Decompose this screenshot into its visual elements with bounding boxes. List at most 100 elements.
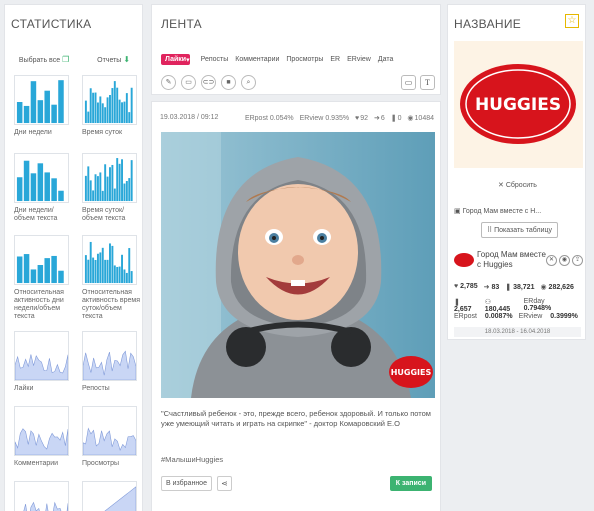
- group-avatar: [454, 253, 474, 267]
- likes-count: 92: [360, 115, 368, 122]
- stats-tile-label-2: Дни недели/ объем текста: [14, 207, 58, 222]
- go-to-post-button[interactable]: К записи: [389, 476, 432, 491]
- pencil-icon[interactable]: ✎: [161, 75, 176, 90]
- views-count: 10484: [414, 115, 434, 122]
- erview-stat: ERview 0.3999%: [518, 313, 578, 320]
- group-name[interactable]: Город Мам вместе с Huggies: [477, 250, 547, 270]
- reset-label: Сбросить: [505, 182, 537, 189]
- stats-tile-4[interactable]: [14, 235, 69, 285]
- sort-tab-1[interactable]: Репосты: [201, 56, 229, 63]
- erpost-label: ERpost: [244, 115, 268, 122]
- post-hashtag[interactable]: #МалышиHuggies: [161, 455, 223, 464]
- child-photo-illustration: HUGGIES: [161, 132, 435, 398]
- repost-icon: ➜: [373, 115, 380, 122]
- comments-stat: ❚ 38,721: [505, 284, 535, 291]
- photo-watermark: HUGGIES: [391, 368, 432, 377]
- erview-value: 0.935%: [325, 115, 350, 122]
- stats-tile-6[interactable]: [14, 331, 69, 381]
- name-title: НАЗВАНИЕ: [454, 17, 522, 31]
- reposts-stat: ➜ 83: [483, 284, 500, 291]
- search-icon[interactable]: ⌕: [241, 75, 256, 90]
- reset-button[interactable]: ✕ Сбросить: [448, 181, 587, 189]
- group-logo: HUGGIES: [454, 41, 583, 168]
- group-stats-row1: ♥ 2,785 ➜ 83 ❚ 38,721 ◉ 282,626: [454, 283, 580, 291]
- group-filter-item[interactable]: ▣ Город Мам вместе с Н...: [454, 207, 541, 215]
- close-group-icon[interactable]: ✕: [546, 255, 557, 266]
- comments-count: 0: [397, 115, 402, 122]
- erpost-stat: ERpost 0.0087%: [454, 313, 513, 320]
- stats-tile-11[interactable]: [82, 481, 137, 511]
- export-icon[interactable]: ⇪: [572, 255, 583, 266]
- stats-tile-label-4: Относительная активность дни недели/объе…: [14, 289, 64, 320]
- heart-icon: ♥: [355, 115, 360, 122]
- sort-tab-6[interactable]: Дата: [378, 56, 394, 63]
- stats-tile-label-0: Дни недели: [14, 129, 52, 136]
- select-all-button[interactable]: Выбрать все ❐: [19, 55, 69, 64]
- likes-stat: ♥ 2,785: [454, 283, 478, 290]
- stats-tile-8[interactable]: [14, 406, 69, 456]
- chevron-down-icon: ▾: [186, 56, 190, 64]
- posts-stat: ❚ 2,657: [454, 299, 472, 313]
- text-toggle-button[interactable]: T: [420, 75, 435, 90]
- reports-label: Отчеты: [97, 57, 122, 64]
- group-stats-row3: ERpost 0.0087% ERview 0.3999%: [454, 313, 584, 320]
- show-table-label: Показать таблицу: [494, 227, 552, 234]
- reposts-count: 6: [380, 115, 385, 122]
- post-meta: 19.03.2018 / 09:12 ERpost 0.054% ERview 0.…: [160, 114, 434, 122]
- stats-tile-label-3: Время суток/ объем текста: [82, 207, 126, 222]
- comment-icon: ❚: [390, 115, 397, 122]
- stats-tile-label-8: Комментарии: [14, 460, 59, 467]
- share-icon[interactable]: ⋖: [217, 476, 232, 491]
- view-icon[interactable]: ◉: [559, 255, 570, 266]
- stats-tile-2[interactable]: [14, 153, 69, 203]
- erview-label: ERview: [299, 115, 324, 122]
- post-date: 19.03.2018 / 09:12: [160, 114, 219, 121]
- stats-tile-7[interactable]: [82, 331, 137, 381]
- group-short-name: Город Мам вместе с Н...: [462, 208, 542, 215]
- add-to-favorites-button[interactable]: В избранное: [161, 476, 212, 491]
- erday-stat: ERday 0.7948%: [523, 298, 552, 312]
- statistics-panel: СТАТИСТИКА Выбрать все ❐ Отчеты ⬇ Дни неде…: [4, 4, 143, 511]
- stats-tile-1[interactable]: [82, 75, 137, 125]
- stats-tile-label-1: Время суток: [82, 129, 123, 136]
- group-stats-row2: ❚ 2,657 ⚇ 180,445 ERday 0.7948%: [454, 298, 585, 313]
- statistics-title: СТАТИСТИКА: [11, 17, 92, 31]
- link-icon[interactable]: ⊂⊃: [201, 75, 216, 90]
- erpost-value: 0.054%: [269, 115, 294, 122]
- members-stat: ⚇ 180,445: [484, 299, 511, 313]
- post-text: "Счастливый ребенок - это, прежде всего,…: [161, 409, 431, 428]
- sort-tab-4[interactable]: ER: [330, 56, 340, 63]
- post-photo[interactable]: HUGGIES: [161, 132, 435, 398]
- sort-tab-3[interactable]: Просмотры: [286, 56, 323, 63]
- select-all-label: Выбрать все: [18, 57, 61, 64]
- logo-text: HUGGIES: [475, 95, 561, 115]
- sort-tab-2[interactable]: Комментарии: [235, 56, 279, 63]
- show-table-button[interactable]: ⠿ Показать таблицу: [481, 222, 558, 238]
- copy-icon: ❐: [62, 55, 70, 64]
- reports-button[interactable]: Отчеты ⬇: [97, 55, 130, 64]
- feed-title: ЛЕНТА: [161, 17, 202, 31]
- stats-tile-label-9: Просмотры: [82, 460, 119, 467]
- video-icon[interactable]: ■: [221, 75, 236, 90]
- sort-tab-5[interactable]: ERview: [347, 56, 371, 63]
- star-icon[interactable]: ☆: [565, 14, 579, 28]
- message-icon[interactable]: ▭: [181, 75, 196, 90]
- stats-tile-9[interactable]: [82, 406, 137, 456]
- hidden-filter-toggle[interactable]: ▭: [401, 75, 416, 90]
- feed-header-panel: ЛЕНТА Лайки ▾ Репосты Комментарии Просмотры E…: [151, 4, 441, 95]
- views-stat: ◉ 282,626: [540, 284, 574, 291]
- stats-tile-5[interactable]: [82, 235, 137, 285]
- stats-tile-10[interactable]: [14, 481, 69, 511]
- eye-icon: ◉: [407, 115, 414, 122]
- stats-tile-label-5: Относительная активность время суток/объ…: [82, 289, 141, 320]
- name-panel: НАЗВАНИЕ ☆ HUGGIES ✕ Сбросить ▣ Город Ма…: [447, 4, 586, 340]
- date-range: 18.03.2018 - 16.04.2018: [454, 327, 581, 337]
- stats-tile-3[interactable]: [82, 153, 137, 203]
- stats-tile-label-6: Лайки: [14, 385, 34, 392]
- group-icon: ▣: [454, 208, 463, 215]
- stats-tile-0[interactable]: [14, 75, 69, 125]
- stats-tile-label-7: Репосты: [82, 385, 110, 392]
- sort-tabs: Лайки ▾ Репосты Комментарии Просмотры ER ERvie…: [161, 54, 400, 65]
- download-icon: ⬇: [123, 55, 131, 64]
- post-card: 19.03.2018 / 09:12 ERpost 0.054% ERview 0.…: [151, 101, 441, 511]
